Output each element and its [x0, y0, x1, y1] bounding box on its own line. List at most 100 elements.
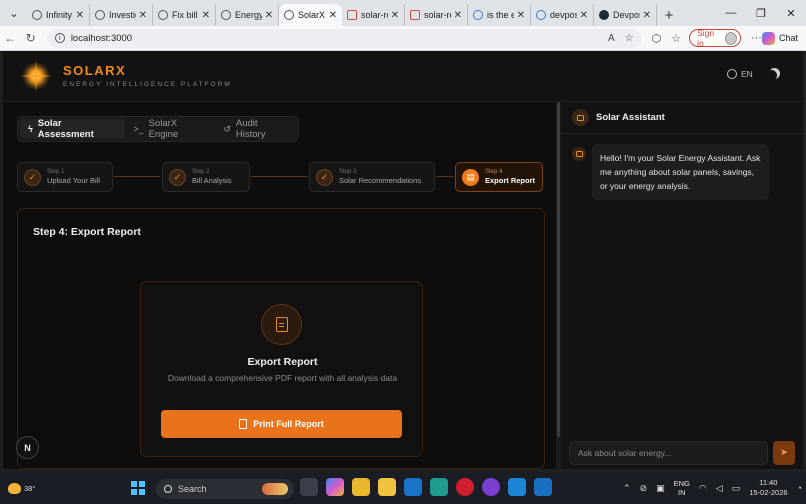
close-tab-icon[interactable]: ✕: [391, 10, 399, 21]
new-tab-button[interactable]: +: [657, 4, 681, 26]
browser-tab[interactable]: Investig✕: [90, 4, 153, 26]
region-code: IN: [678, 488, 686, 497]
step-export-report[interactable]: ▤ Step 4 Export Report: [455, 162, 543, 192]
search-icon: [164, 485, 172, 493]
system-tray: ⌃ ⊘ ▣ ENG IN ◠ ◁ ▭ 11:40 15-02-2026 ◔: [623, 472, 802, 504]
task-view-icon[interactable]: [300, 478, 318, 496]
copilot-chat-button[interactable]: Chat: [761, 31, 798, 45]
extensions-icon[interactable]: ⬡: [652, 32, 662, 45]
tab-label: solar-re: [424, 10, 451, 20]
app-header: SOLARX ENERGY INTELLIGENCE PLATFORM EN: [3, 51, 803, 102]
store-icon[interactable]: [352, 478, 370, 496]
photos-icon[interactable]: [508, 478, 526, 496]
close-tab-icon[interactable]: ✕: [265, 10, 273, 21]
volume-icon[interactable]: ◁: [716, 483, 723, 494]
capture-icon[interactable]: ▣: [656, 483, 665, 494]
back-arrow-icon[interactable]: ←: [0, 31, 20, 45]
close-tab-icon[interactable]: ✕: [139, 10, 147, 21]
search-highlight-icon: [262, 483, 288, 495]
browser-tab[interactable]: Devpost✕: [594, 4, 657, 26]
chevron-up-icon[interactable]: ⌃: [623, 483, 631, 494]
notifications-icon[interactable]: ◔: [797, 483, 802, 493]
weather-widget[interactable]: 38°: [8, 482, 36, 494]
check-icon: ✓: [316, 168, 333, 186]
tab-solarx-engine[interactable]: >_ SolarX Engine: [125, 118, 215, 140]
tab-label: Energy I: [235, 10, 262, 20]
sign-in-button[interactable]: Sign in: [689, 28, 741, 48]
assistant-title: Solar Assistant: [596, 112, 665, 123]
close-tab-icon[interactable]: ✕: [329, 10, 337, 21]
step-number: Step 2: [192, 169, 210, 175]
restore-icon[interactable]: ❐: [746, 7, 776, 20]
tab-label: Investig: [109, 10, 136, 20]
github-icon: [32, 10, 42, 20]
read-aloud-icon[interactable]: A: [608, 33, 615, 44]
github-desktop-icon[interactable]: [482, 478, 500, 496]
browser-tab-active[interactable]: SolarX ✕: [279, 4, 342, 26]
tab-solar-assessment[interactable]: ϟ Solar Assessment: [20, 118, 126, 140]
opera-icon[interactable]: [456, 478, 474, 496]
browser-tab[interactable]: Energy I✕: [216, 4, 279, 26]
start-windows-icon[interactable]: [131, 481, 145, 495]
minimize-icon[interactable]: —: [716, 7, 746, 19]
nextjs-badge[interactable]: N: [16, 436, 39, 459]
step-solar-recommendations[interactable]: ✓ Step 3 Solar Recommendations: [309, 162, 435, 192]
chat-input[interactable]: [569, 440, 769, 465]
url-bar[interactable]: i localhost:3000 A ☆: [46, 28, 642, 48]
close-tab-icon[interactable]: ✕: [517, 10, 525, 21]
reload-icon[interactable]: ↻: [20, 31, 40, 45]
send-button[interactable]: ➤: [773, 440, 795, 465]
favorite-star-icon[interactable]: ☆: [625, 33, 634, 44]
tab-audit-history[interactable]: ↺ Audit History: [215, 118, 296, 140]
address-toolbar: ← ↻ i localhost:3000 A ☆ ⬡ ☆ Sign in ··· …: [0, 26, 806, 51]
file-explorer-icon[interactable]: [378, 478, 396, 496]
step-connector: [251, 176, 308, 177]
robot-icon: [572, 147, 586, 161]
outlook-icon[interactable]: [404, 478, 422, 496]
step-bill-analysis[interactable]: ✓ Step 2 Bill Analysis: [162, 162, 250, 192]
browser-tab[interactable]: Fix bill a✕: [153, 4, 216, 26]
close-window-icon[interactable]: ✕: [776, 7, 806, 20]
close-tab-icon[interactable]: ✕: [454, 10, 462, 21]
chat-input-row: ➤: [561, 436, 803, 469]
close-tab-icon[interactable]: ✕: [76, 10, 84, 21]
tab-list-chevron-icon[interactable]: ⌄: [3, 3, 25, 23]
browser-tab[interactable]: solar-re✕: [405, 4, 468, 26]
edge-icon[interactable]: [430, 478, 448, 496]
wifi-icon[interactable]: ◠: [699, 483, 707, 494]
step-title: Upload Your Bill: [47, 176, 100, 185]
tab-label: SolarX Engine: [148, 118, 179, 140]
favorites-icon[interactable]: ☆: [671, 32, 681, 45]
assistant-message: Hello! I'm your Solar Energy Assistant. …: [592, 144, 769, 200]
input-language[interactable]: ENG IN: [674, 479, 690, 497]
button-label: Print Full Report: [253, 419, 324, 429]
github-icon: [158, 10, 168, 20]
temperature: 38°: [24, 483, 36, 493]
browser-tab[interactable]: Infinity ✕: [27, 4, 90, 26]
close-tab-icon[interactable]: ✕: [202, 10, 210, 21]
step-upload-bill[interactable]: ✓ Step 1 Upload Your Bill: [17, 162, 113, 192]
tab-label: is the el: [487, 10, 514, 20]
browser-tab[interactable]: solar-re✕: [342, 4, 405, 26]
search-icon: [536, 10, 546, 20]
taskbar-search[interactable]: Search: [156, 479, 294, 499]
more-menu-icon[interactable]: ···: [751, 32, 762, 44]
export-report-panel: Export Report Download a comprehensive P…: [140, 281, 423, 457]
close-tab-icon[interactable]: ✕: [643, 10, 651, 21]
print-full-report-button[interactable]: Print Full Report: [161, 410, 402, 438]
tab-label: devpost: [550, 10, 577, 20]
terminal-icon: >_: [133, 124, 144, 134]
close-tab-icon[interactable]: ✕: [580, 10, 588, 21]
clock[interactable]: 11:40 15-02-2026: [749, 478, 787, 498]
pdf-icon: [347, 10, 357, 20]
brand-tagline: ENERGY INTELLIGENCE PLATFORM: [63, 81, 232, 88]
browser-tab[interactable]: devpost✕: [531, 4, 594, 26]
theme-toggle-moon-icon[interactable]: [769, 68, 780, 79]
browser-tab[interactable]: is the el✕: [468, 4, 531, 26]
battery-icon[interactable]: ▭: [732, 483, 741, 494]
network-off-icon[interactable]: ⊘: [640, 483, 648, 494]
copilot-app-icon[interactable]: [326, 478, 344, 496]
site-info-icon[interactable]: i: [54, 33, 65, 43]
language-switcher[interactable]: EN: [727, 69, 753, 79]
vscode-icon[interactable]: [534, 478, 552, 496]
